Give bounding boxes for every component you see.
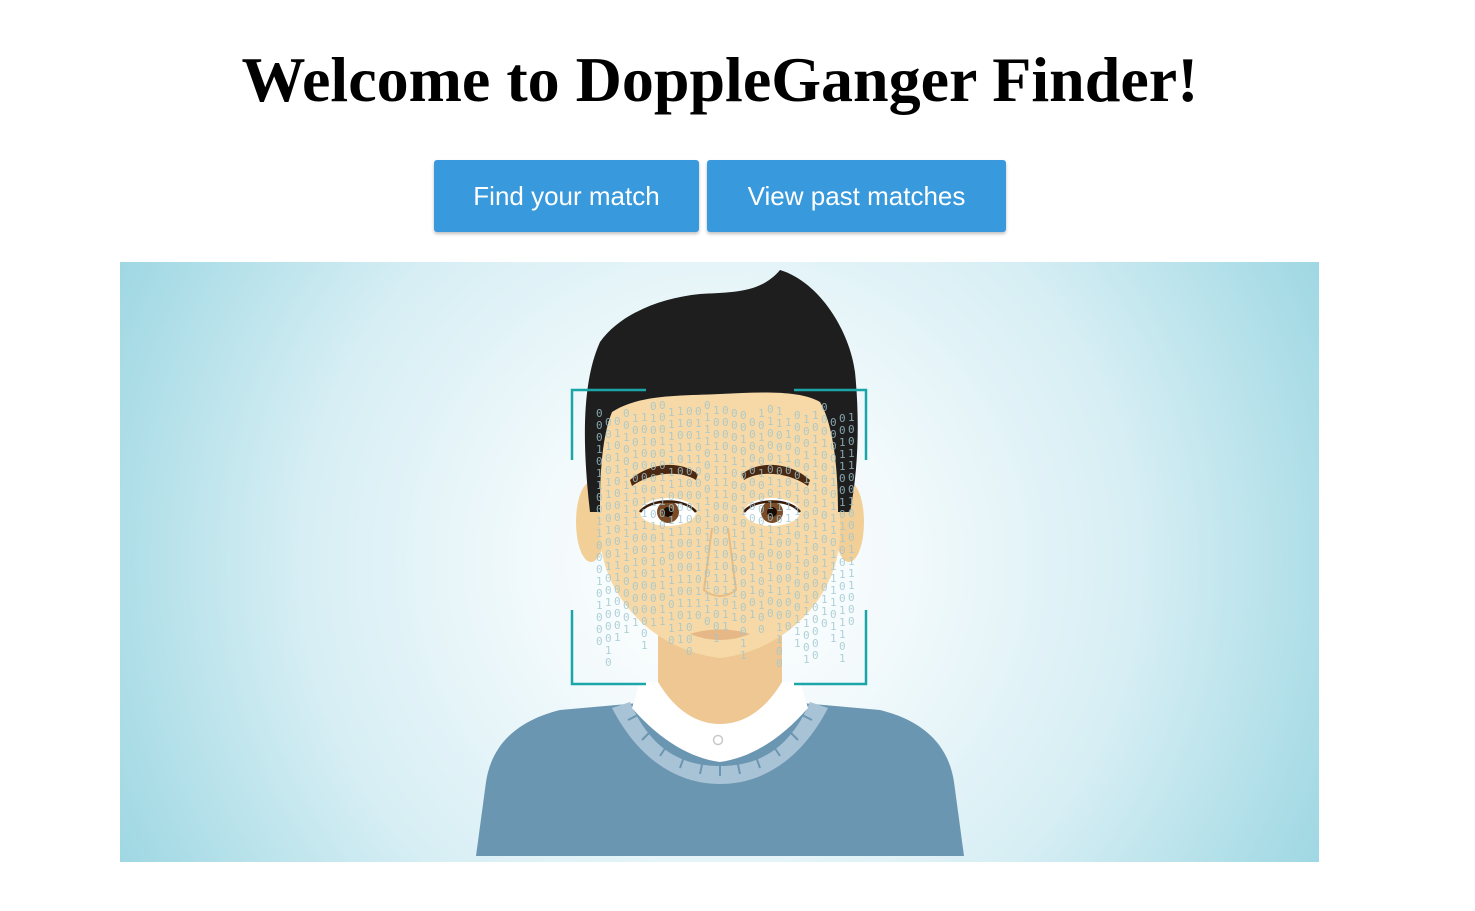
binary-digit: 1 [632, 616, 639, 629]
binary-digit: 1 [659, 615, 666, 628]
binary-digit: 0 [812, 649, 819, 662]
binary-digit: 0 [767, 607, 774, 620]
binary-digit: 1 [731, 611, 738, 624]
binary-digit: 0 [695, 609, 702, 622]
binary-digit: 1 [677, 633, 684, 646]
binary-digit: 1 [650, 616, 657, 629]
binary-digit: 0 [848, 615, 855, 628]
binary-digit: 0 [776, 657, 783, 670]
binary-digit: 0 [668, 634, 675, 647]
binary-digit: 1 [713, 632, 720, 645]
binary-digit: 1 [749, 608, 756, 621]
binary-digit: 0 [704, 615, 711, 628]
binary-digit: 1 [740, 649, 747, 662]
binary-digit: 0 [821, 617, 828, 630]
view-past-matches-button[interactable]: View past matches [707, 160, 1006, 232]
binary-digit: 1 [641, 639, 648, 652]
binary-digit: 1 [614, 631, 621, 644]
binary-digit: 1 [839, 652, 846, 665]
binary-digit: 1 [623, 623, 630, 636]
binary-digit: 0 [596, 635, 603, 648]
binary-digit: 0 [785, 620, 792, 633]
binary-digit: 1 [803, 653, 810, 666]
binary-digit: 0 [758, 623, 765, 636]
binary-digit: 0 [686, 645, 693, 658]
binary-digit: 1 [722, 620, 729, 633]
page-title: Welcome to DoppleGanger Finder! [241, 44, 1199, 115]
hero-illustration: 0001011001100010100000100110010010010001… [120, 262, 1319, 862]
binary-digit: 0 [605, 656, 612, 669]
binary-digit: 1 [830, 632, 837, 645]
binary-digit: 1 [794, 637, 801, 650]
find-your-match-button[interactable]: Find your match [434, 160, 699, 232]
